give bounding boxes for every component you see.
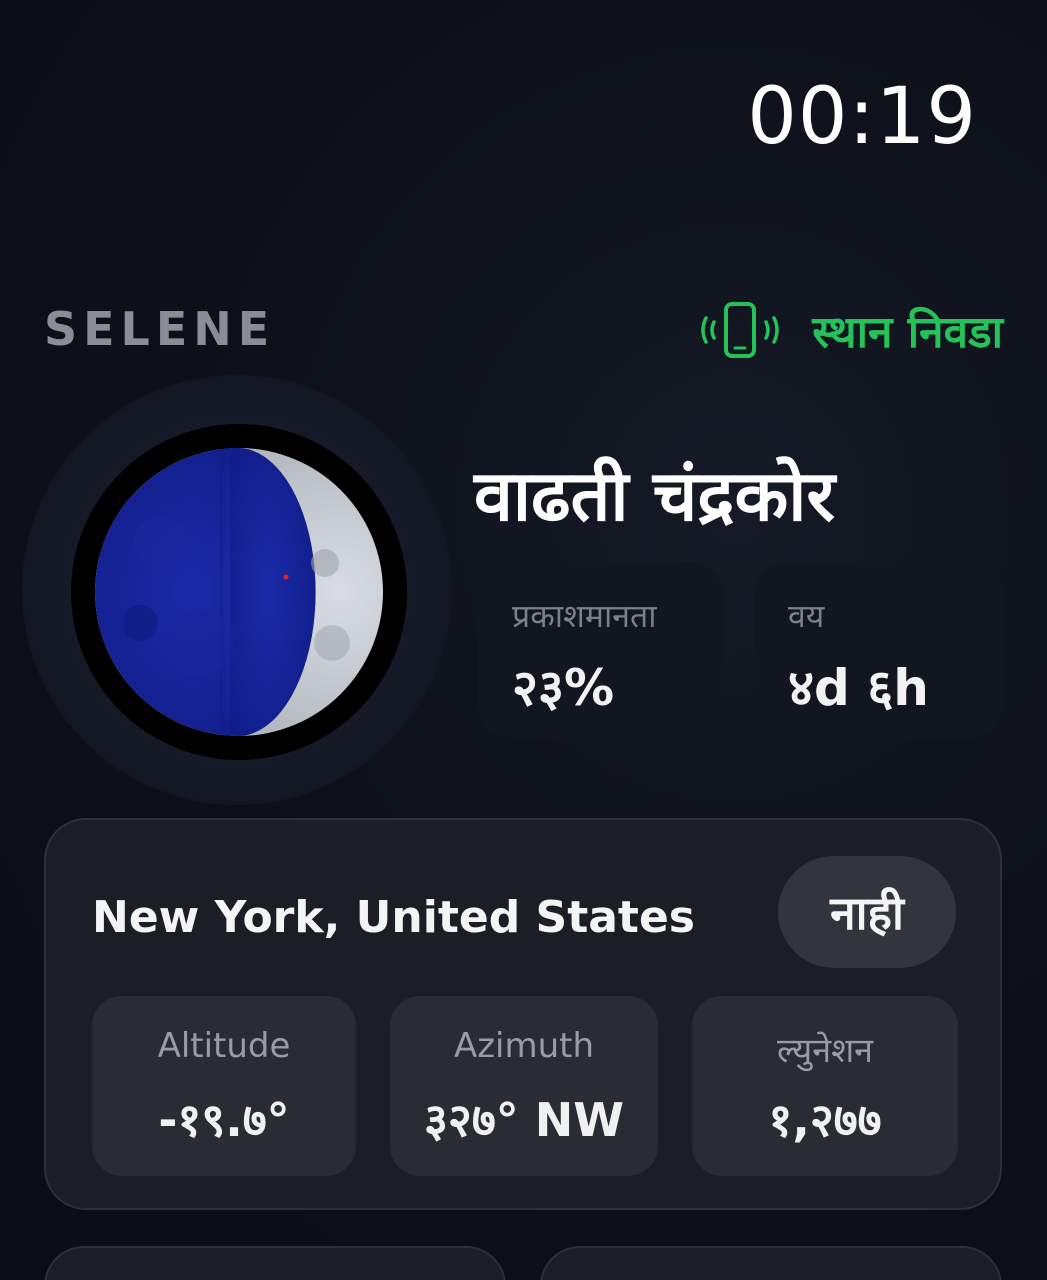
altitude-tile: Altitude -१९.७° — [92, 996, 356, 1176]
moon-glow — [22, 375, 452, 805]
azimuth-tile: Azimuth ३२७° NW — [390, 996, 658, 1176]
phone-vibrate-icon — [701, 302, 780, 358]
age-value: ४d ६h — [788, 659, 929, 717]
choose-location-label: स्थान निवडा — [812, 307, 1003, 358]
status-clock: 00:19 — [747, 72, 977, 162]
app-screen: 00:19 SELENE स्थान निवडा वाढती चंद्रकोर … — [0, 0, 1047, 1280]
lunation-label: ल्युनेशन — [776, 1031, 874, 1071]
app-name: SELENE — [44, 302, 276, 356]
illumination-card: प्रकाशमानता २३% — [478, 562, 724, 738]
illumination-value: २३% — [512, 659, 615, 717]
altitude-value: -१९.७° — [158, 1093, 290, 1147]
azimuth-label: Azimuth — [453, 1026, 595, 1066]
lunation-tile: ल्युनेशन १,२७७ — [692, 996, 958, 1176]
next-card-left[interactable] — [44, 1246, 506, 1280]
moon-phase-icon — [71, 424, 407, 760]
age-card: वय ४d ६h — [754, 562, 1004, 738]
illumination-label: प्रकाशमानता — [512, 597, 657, 635]
moon-phase-name: वाढती चंद्रकोर — [474, 455, 835, 537]
lunation-value: १,२७७ — [768, 1093, 882, 1147]
azimuth-value: ३२७° NW — [423, 1093, 624, 1147]
altitude-label: Altitude — [157, 1026, 291, 1066]
no-toggle-button[interactable]: नाही — [778, 856, 956, 968]
location-name: New York, United States — [92, 892, 695, 943]
next-card-right[interactable] — [540, 1246, 1002, 1280]
age-label: वय — [788, 597, 825, 635]
location-card: New York, United States नाही Altitude -१… — [44, 818, 1002, 1210]
choose-location-button[interactable]: स्थान निवडा — [694, 298, 1003, 362]
